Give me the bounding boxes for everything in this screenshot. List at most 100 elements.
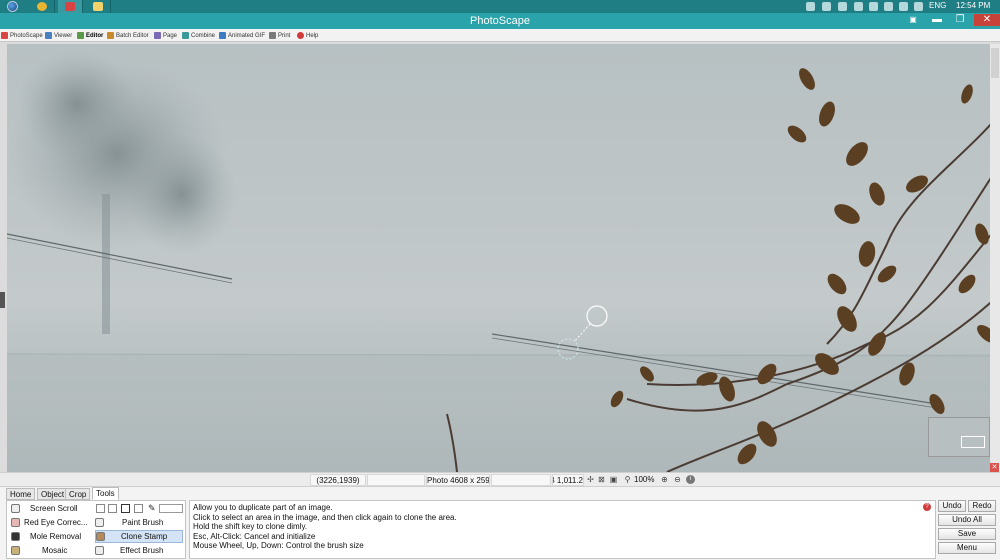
app-title-bar: PhotoScape ▣ ▬ ❐ ✕: [0, 13, 1000, 29]
restore-layout-icon[interactable]: ▣: [906, 14, 920, 26]
tool-description: Allow you to duplicate part of an image.…: [189, 500, 936, 559]
undo-all-button[interactable]: Undo All: [938, 514, 996, 526]
effect-brush-tool[interactable]: Effect Brush: [95, 544, 183, 557]
tab-home[interactable]: Home: [6, 488, 36, 500]
description-line: Esc, Alt-Click: Cancel and initialize: [193, 531, 316, 541]
help-icon: [297, 32, 304, 39]
zoom-out-icon[interactable]: ⊖: [673, 475, 682, 484]
redo-button[interactable]: Redo: [968, 500, 996, 512]
clone-target-cursor: [586, 305, 608, 327]
tray-app-icon-2[interactable]: [838, 2, 847, 11]
tools-panel: Screen Scroll Red Eye Correc... Mole Rem…: [6, 500, 186, 559]
mole-removal-icon: [11, 532, 20, 541]
mosaic-icon: [11, 546, 20, 555]
description-line: Mouse Wheel, Up, Down: Control the brush…: [193, 541, 364, 550]
effect-brush-icon: [95, 546, 104, 555]
navigator-viewport[interactable]: [961, 436, 985, 448]
taskbar-app-chrome[interactable]: [30, 0, 55, 13]
photoscape-icon: [1, 32, 8, 39]
tab-tools[interactable]: Tools: [92, 487, 119, 500]
paint-brush-tool[interactable]: Paint Brush: [95, 516, 183, 529]
taskbar-app-file-explorer[interactable]: [86, 0, 111, 13]
tab-animated-gif[interactable]: Animated GIF: [219, 30, 265, 41]
tray-battery-icon[interactable]: [884, 2, 893, 11]
description-line: Click to select an area in the image, an…: [193, 512, 457, 522]
tab-batch-editor[interactable]: Batch Editor: [107, 30, 149, 41]
tab-help[interactable]: Help: [297, 30, 318, 41]
close-preview-icon[interactable]: ✕: [990, 463, 999, 472]
animated-gif-icon: [219, 32, 226, 39]
file-size: 1,011.2 KB: [552, 474, 584, 486]
tab-page[interactable]: Page: [154, 30, 177, 41]
canvas-scrollbar[interactable]: [990, 44, 1000, 472]
description-line: Hold the shift key to clone dimly.: [193, 522, 308, 531]
maximize-button[interactable]: ❐: [950, 14, 970, 26]
brush-size-2[interactable]: [108, 504, 117, 513]
brush-size-1[interactable]: [96, 504, 105, 513]
app-tab-strip: PhotoScape Viewer Editor Batch Editor Pa…: [0, 29, 1000, 42]
editor-icon: [77, 32, 84, 39]
clone-stamp-icon: [96, 532, 105, 541]
zoom-level: 100%: [634, 475, 655, 484]
tab-editor[interactable]: Editor: [77, 30, 103, 41]
language-indicator[interactable]: ENG: [929, 1, 946, 10]
folder-icon: [93, 2, 103, 11]
print-icon: [269, 32, 276, 39]
start-button[interactable]: [2, 0, 24, 13]
red-eye-tool[interactable]: Red Eye Correc...: [11, 516, 91, 529]
actual-size-icon[interactable]: ▣: [609, 475, 618, 484]
combine-icon: [182, 32, 189, 39]
taskbar-clock[interactable]: 12:54 PM: [956, 1, 990, 10]
menu-button[interactable]: Menu: [938, 542, 996, 554]
close-button[interactable]: ✕: [974, 14, 1000, 26]
status-blank-cell-2: [491, 474, 551, 486]
tab-object[interactable]: Object: [37, 488, 69, 500]
photo-dimensions: Photo 4608 x 2592: [426, 474, 490, 486]
info-icon[interactable]: i: [686, 475, 695, 484]
status-blank-cell: [367, 474, 425, 486]
rotate-icon[interactable]: ✢: [586, 475, 595, 484]
tray-wifi-icon[interactable]: [899, 2, 908, 11]
tray-app-icon-3[interactable]: [854, 2, 863, 11]
tab-crop[interactable]: Crop: [65, 488, 91, 500]
tab-photoscape[interactable]: PhotoScape: [1, 30, 43, 41]
app-title: PhotoScape: [470, 15, 530, 27]
windows-taskbar: ENG 12:54 PM: [0, 0, 1000, 13]
brush-color-swatch[interactable]: [159, 504, 183, 513]
taskbar-app-photoscape[interactable]: [58, 0, 83, 13]
cursor-coordinates: (3226,1939): [310, 474, 366, 486]
mole-removal-tool[interactable]: Mole Removal: [11, 530, 89, 543]
fit-icon[interactable]: ⊠: [597, 475, 606, 484]
tab-combine[interactable]: Combine: [182, 30, 215, 41]
photo-canvas[interactable]: [7, 44, 1000, 472]
brush-size-3[interactable]: [121, 504, 130, 513]
help-question-icon[interactable]: ?: [923, 503, 931, 511]
zoom-icon[interactable]: ⚲: [623, 475, 632, 484]
minimize-button[interactable]: ▬: [928, 14, 946, 26]
eyedropper-icon[interactable]: ✎: [148, 503, 156, 514]
chrome-icon: [37, 2, 47, 11]
tab-print[interactable]: Print: [269, 30, 290, 41]
photoscape-taskbar-icon: [65, 2, 75, 11]
viewer-icon: [45, 32, 52, 39]
mosaic-tool[interactable]: Mosaic: [11, 544, 89, 557]
paint-brush-icon: [95, 518, 104, 527]
red-eye-icon: [11, 518, 20, 527]
save-button[interactable]: Save: [938, 528, 996, 540]
screen-scroll-tool[interactable]: Screen Scroll: [11, 502, 89, 515]
batch-editor-icon: [107, 32, 114, 39]
editor-bottom-panel: Home Object Crop Tools Screen Scroll Red…: [0, 486, 1000, 560]
tray-network-icon[interactable]: [806, 2, 815, 11]
zoom-in-icon[interactable]: ⊕: [660, 475, 669, 484]
tray-app-icon-4[interactable]: [869, 2, 878, 11]
brush-size-4[interactable]: [134, 504, 143, 513]
tray-volume-icon[interactable]: [914, 2, 923, 11]
scrollbar-thumb[interactable]: [991, 48, 999, 78]
tray-app-icon[interactable]: [822, 2, 831, 11]
editor-canvas-area: ✕: [0, 42, 1000, 472]
tab-viewer[interactable]: Viewer: [45, 30, 72, 41]
undo-button[interactable]: Undo: [938, 500, 966, 512]
clone-stamp-tool[interactable]: Clone Stamp: [95, 530, 183, 543]
panel-toggle-handle[interactable]: [0, 292, 5, 308]
navigator-thumbnail[interactable]: [928, 417, 990, 457]
